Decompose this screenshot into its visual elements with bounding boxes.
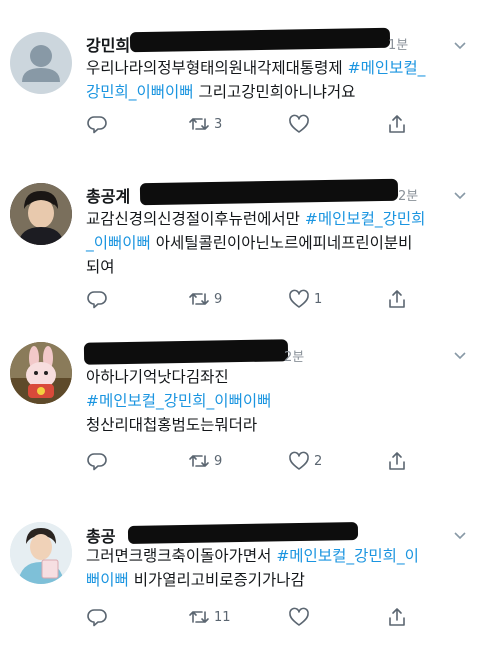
tweet-line: 교감신경의신경절이후뉴런에서만 #메인보컬_강민희 [86, 210, 426, 228]
hashtag-link[interactable]: #메인보컬_강민희_이 [276, 547, 419, 565]
chevron-down-icon[interactable] [454, 350, 466, 362]
retweet-icon [189, 611, 209, 623]
avatar[interactable] [10, 522, 72, 584]
share-icon [389, 608, 405, 626]
reply-icon [87, 116, 107, 134]
reply-icon [87, 453, 107, 471]
reply-icon [87, 291, 107, 309]
hashtag-link[interactable]: 뻐이뻐 [86, 571, 129, 589]
tweet-line: 강민희_이뻐이뻐 그리고강민희아니냐거요 [86, 83, 356, 101]
share-icon [389, 290, 405, 308]
tweet-line: 되여 [86, 258, 115, 276]
like-count: 1 [314, 291, 323, 307]
retweet-button[interactable]: 9 [188, 449, 222, 473]
share-button[interactable] [386, 449, 408, 473]
redaction-mark [83, 339, 289, 365]
tweet-actions: 11 [86, 605, 416, 629]
tweet-line: 우리나라의정부형태의원내각제대통령제 #메인보컬_ [86, 59, 426, 77]
heart-icon [289, 114, 309, 133]
heart-icon [289, 289, 309, 308]
tweet-line: _이뻐이뻐 아세틸콜린이아닌노르에피네프린이분비 [86, 234, 413, 252]
tweet-actions: 9 2 [86, 449, 416, 473]
retweet-icon [189, 118, 209, 130]
heart-icon [289, 451, 309, 470]
like-button[interactable]: 1 [288, 287, 322, 311]
hashtag-link[interactable]: 강민희_이뻐이뻐 [86, 83, 194, 101]
retweet-count: 3 [214, 116, 223, 132]
reply-button[interactable] [86, 287, 108, 311]
retweet-button[interactable]: 9 [188, 287, 222, 311]
share-icon [389, 452, 405, 470]
avatar[interactable] [10, 342, 72, 404]
hashtag-link[interactable]: _이뻐이뻐 [86, 234, 151, 252]
tweet-text: 아하나기억낫다김좌진 #메인보컬_강민희_이뻐이뻐 청산리대첩홍범도는뭐더라 [86, 365, 466, 437]
tweet-text: 그러면크랭크축이돌아가면서 #메인보컬_강민희_이 뻐이뻐 비가열리고비로증기가… [86, 544, 466, 592]
chevron-down-icon[interactable] [454, 530, 466, 542]
retweet-button[interactable]: 11 [188, 605, 231, 629]
chevron-down-icon[interactable] [454, 190, 466, 202]
hashtag-link[interactable]: #메인보컬_강민희_이뻐이뻐 [86, 392, 271, 410]
retweet-button[interactable]: 3 [188, 112, 222, 136]
redaction-mark [129, 27, 391, 53]
tweet-line: 그러면크랭크축이돌아가면서 #메인보컬_강민희_이 [86, 547, 419, 565]
share-icon [389, 115, 405, 133]
avatar[interactable] [10, 183, 72, 245]
share-button[interactable] [386, 605, 408, 629]
like-count: 2 [314, 453, 323, 469]
tweet-line: 뻐이뻐 비가열리고비로증기가나감 [86, 571, 305, 589]
redaction-mark [139, 178, 399, 206]
default-avatar[interactable] [10, 32, 72, 94]
share-button[interactable] [386, 287, 408, 311]
like-button[interactable] [288, 112, 314, 136]
retweet-icon [189, 455, 209, 467]
reply-button[interactable] [86, 449, 108, 473]
tweet-text: 우리나라의정부형태의원내각제대통령제 #메인보컬_ 강민희_이뻐이뻐 그리고강민… [86, 56, 466, 104]
like-button[interactable] [288, 605, 314, 629]
reply-icon [87, 609, 107, 627]
retweet-count: 11 [214, 609, 231, 625]
redaction-mark [127, 521, 359, 545]
tweet-actions: 9 1 [86, 287, 416, 311]
tweet-text: 교감신경의신경절이후뉴런에서만 #메인보컬_강민희 _이뻐이뻐 아세틸콜린이아닌… [86, 207, 466, 279]
author-name[interactable]: 총공계 [86, 183, 130, 207]
like-button[interactable]: 2 [288, 449, 322, 473]
heart-icon [289, 607, 309, 626]
share-button[interactable] [386, 112, 408, 136]
author-name[interactable]: 강민희 [86, 32, 130, 56]
hashtag-link[interactable]: #메인보컬_강민희 [305, 210, 426, 228]
hashtag-link[interactable]: #메인보컬_ [348, 59, 426, 77]
retweet-count: 9 [214, 453, 223, 469]
retweet-count: 9 [214, 291, 223, 307]
timestamp: 2분 [398, 189, 419, 204]
chevron-down-icon[interactable] [454, 40, 466, 52]
timestamp: 2분 [284, 350, 305, 365]
tweet-actions: 3 [86, 112, 416, 136]
reply-button[interactable] [86, 112, 108, 136]
retweet-icon [189, 293, 209, 305]
tweet-line: 청산리대첩홍범도는뭐더라 [86, 416, 258, 434]
timestamp: 1분 [388, 38, 409, 53]
tweet-line: 아하나기억낫다김좌진 [86, 368, 229, 386]
reply-button[interactable] [86, 605, 108, 629]
tweet-line: #메인보컬_강민희_이뻐이뻐 [86, 389, 466, 413]
